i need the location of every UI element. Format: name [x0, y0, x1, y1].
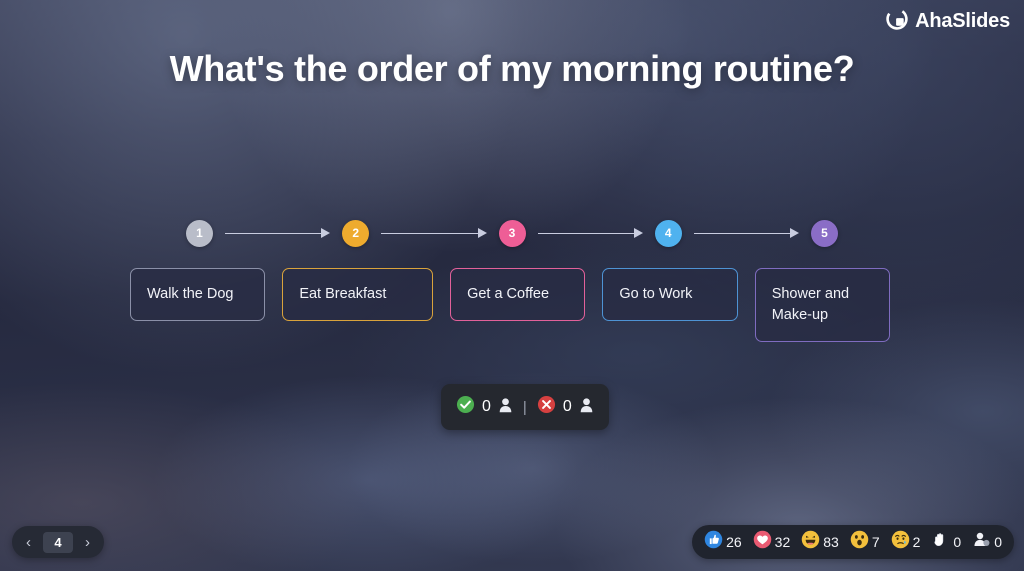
timeline-steps: 1 2 3 4 5 [186, 218, 838, 248]
step-circle-4: 4 [654, 219, 682, 247]
step-number: 3 [508, 226, 516, 240]
reaction-sad[interactable]: 2 [891, 530, 921, 554]
thumbs-up-icon [704, 530, 723, 554]
slide-pagination: ‹ 4 › [12, 526, 104, 558]
answer-card-4[interactable]: Go to Work [602, 268, 738, 322]
person-icon [972, 530, 991, 554]
step-number: 2 [352, 226, 360, 240]
page-title: What's the order of my morning routine? [169, 48, 855, 89]
page-number[interactable]: 4 [43, 531, 73, 553]
laughing-face-icon [801, 530, 820, 554]
answer-card-5[interactable]: Shower and Make-up [754, 268, 890, 343]
step-number: 4 [664, 226, 672, 240]
answer-label: Go to Work [619, 286, 693, 302]
timeline-arrow-3 [537, 228, 643, 239]
step-circle-2: 2 [342, 219, 370, 247]
raised-hand-icon [931, 530, 950, 554]
timeline-arrow-2 [381, 228, 487, 239]
chevron-right-icon[interactable]: › [80, 535, 95, 550]
check-circle-icon [456, 395, 475, 419]
answer-label: Shower and Make-up [771, 286, 850, 324]
answer-label: Eat Breakfast [299, 286, 387, 302]
timeline-arrow-1 [225, 228, 331, 239]
answer-card-2[interactable]: Eat Breakfast [282, 268, 434, 322]
x-circle-icon [537, 395, 556, 419]
step-number: 1 [196, 226, 203, 240]
step-number: 5 [821, 226, 828, 240]
brand-logo: AhaSlides [886, 8, 1010, 35]
person-icon [498, 397, 513, 418]
answer-card-1[interactable]: Walk the Dog [130, 268, 266, 322]
ahaslides-logo-icon [886, 8, 908, 35]
step-circle-1: 1 [186, 219, 213, 247]
vote-tally-bar: 0 | 0 [441, 384, 609, 430]
person-icon [579, 397, 594, 418]
reaction-count: 0 [994, 534, 1002, 550]
reaction-thumbs-up[interactable]: 26 [704, 530, 742, 554]
reaction-raised-hand[interactable]: 0 [931, 530, 961, 554]
reactions-bar: 26 32 83 7 2 0 0 [692, 525, 1014, 559]
chevron-left-icon[interactable]: ‹ [21, 535, 36, 550]
brand-name: AhaSlides [915, 10, 1010, 32]
incorrect-count: 0 [562, 398, 572, 415]
answer-label: Get a Coffee [467, 286, 550, 302]
reaction-count: 7 [871, 534, 880, 550]
step-circle-5: 5 [811, 219, 838, 247]
reaction-surprised[interactable]: 7 [850, 530, 880, 554]
reaction-count: 83 [823, 534, 839, 550]
reaction-person[interactable]: 0 [972, 530, 1002, 554]
step-circle-3: 3 [498, 219, 526, 247]
heart-icon [753, 530, 772, 554]
answer-cards: Walk the Dog Eat Breakfast Get a Coffee … [130, 268, 890, 343]
sad-face-icon [891, 530, 910, 554]
reaction-count: 0 [953, 534, 962, 550]
correct-count: 0 [482, 398, 491, 415]
answer-label: Walk the Dog [147, 286, 234, 302]
reaction-laughing[interactable]: 83 [801, 530, 839, 554]
timeline-arrow-4 [693, 228, 799, 239]
surprised-face-icon [850, 530, 869, 554]
reaction-count: 32 [774, 534, 791, 550]
reaction-count: 26 [726, 534, 742, 550]
answer-card-3[interactable]: Get a Coffee [450, 268, 586, 322]
vote-separator: | [522, 398, 527, 416]
presentation-slide: AhaSlides What's the order of my morning… [0, 0, 1024, 571]
reaction-count: 2 [912, 534, 921, 550]
reaction-heart[interactable]: 32 [753, 530, 791, 554]
